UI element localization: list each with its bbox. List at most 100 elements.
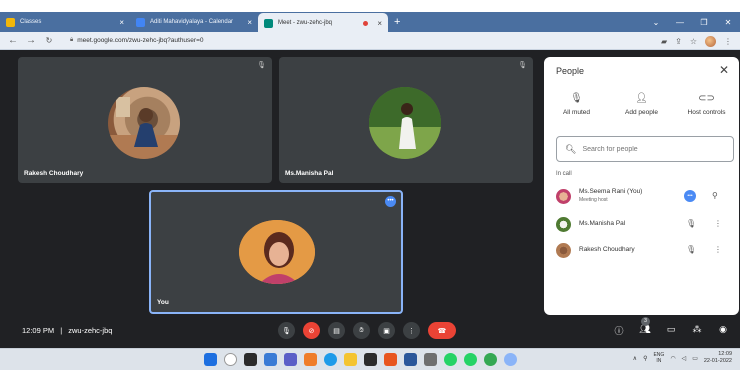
- lock-icon[interactable]: 🔒︎: [70, 37, 73, 44]
- participant-row[interactable]: Ms.Seema Rani (You) Meeting host ••• ⚲: [544, 185, 739, 207]
- close-tab-icon[interactable]: ×: [377, 19, 382, 28]
- present-button[interactable]: ▣: [378, 322, 395, 339]
- add-people-button[interactable]: 👤︎ Add people: [612, 93, 672, 116]
- url-field[interactable]: meet.google.com/zwu-zehc-jbq?authuser=0: [77, 37, 203, 44]
- pin-icon[interactable]: ⚲: [712, 191, 718, 200]
- profile-avatar[interactable]: [705, 35, 716, 47]
- language-indicator[interactable]: ENG IN: [653, 352, 664, 364]
- task-view-icon[interactable]: [244, 353, 257, 366]
- avatar-rakesh: [108, 87, 180, 159]
- meeting-time: 12:09 PM: [22, 326, 55, 335]
- avatar-you: [239, 220, 315, 284]
- tab-search-icon[interactable]: ⌄: [644, 18, 668, 27]
- participant-name-block: Ms.Seema Rani (You) Meeting host: [579, 188, 642, 204]
- participant-avatar: [556, 188, 571, 204]
- search-icon[interactable]: [224, 353, 237, 366]
- info-separator: |: [60, 326, 63, 335]
- tab-meet[interactable]: Meet - zwu-zehc-jbq ×: [258, 13, 388, 33]
- participant-name: Ms.Seema Rani (You): [579, 188, 643, 195]
- tab-label: Aditi Mahavidyalaya - Calendar: [150, 19, 234, 25]
- mic-off-icon: 🎙︎: [518, 62, 527, 69]
- whatsapp-web-icon[interactable]: [464, 353, 477, 366]
- back-icon[interactable]: ←: [8, 35, 18, 46]
- whatsapp-icon[interactable]: [444, 353, 457, 366]
- participant-name: Ms.Manisha Pal: [579, 220, 626, 227]
- store-icon[interactable]: [364, 353, 377, 366]
- tile-more-options-icon[interactable]: •••: [385, 196, 396, 207]
- address-bar: ← → ↻ 🔒︎ meet.google.com/zwu-zehc-jbq?au…: [0, 32, 740, 50]
- video-tile-manisha[interactable]: 🎙︎ Ms.Manisha Pal: [279, 57, 533, 183]
- chat-icon[interactable]: ▭: [664, 324, 678, 338]
- tile-name: You: [157, 299, 169, 306]
- chrome-icon[interactable]: [484, 353, 497, 366]
- activities-icon[interactable]: ⁂: [690, 324, 704, 338]
- search-people-input[interactable]: [582, 145, 723, 153]
- wifi-icon[interactable]: ◠: [670, 355, 675, 362]
- leave-call-button[interactable]: ☎︎: [428, 322, 456, 339]
- camera-off-button[interactable]: ⊘: [303, 322, 320, 339]
- toggle-icon: ⊂⊃: [698, 93, 715, 104]
- all-muted-button[interactable]: 🎙︎ All muted: [547, 93, 607, 116]
- camera-indicator-icon[interactable]: ▰: [661, 37, 667, 46]
- close-tab-icon[interactable]: ×: [247, 18, 252, 27]
- show-hidden-icons-icon[interactable]: ∧: [633, 355, 637, 362]
- teams-icon[interactable]: [284, 353, 297, 366]
- reload-icon[interactable]: ↻: [44, 36, 54, 45]
- app-icon[interactable]: [384, 353, 397, 366]
- more-options-icon[interactable]: ⋮: [714, 245, 722, 254]
- firefox-icon[interactable]: [304, 353, 317, 366]
- tab-label: Meet - zwu-zehc-jbq: [278, 20, 333, 26]
- calculator-icon[interactable]: [424, 353, 437, 366]
- screen: Classes × Aditi Mahavidyalaya - Calendar…: [0, 0, 740, 370]
- mic-off-icon[interactable]: 🎙︎: [686, 245, 696, 254]
- classroom-favicon-icon: [6, 17, 15, 27]
- minimize-icon[interactable]: —: [668, 18, 692, 27]
- battery-icon[interactable]: ▭: [692, 355, 698, 362]
- close-panel-icon[interactable]: ✕: [719, 63, 729, 77]
- clock[interactable]: 12:09 22-01-2022: [704, 351, 732, 365]
- maximize-icon[interactable]: ❐: [692, 18, 716, 27]
- participant-count-badge: 3: [641, 317, 650, 326]
- tab-calendar[interactable]: Aditi Mahavidyalaya - Calendar ×: [130, 13, 258, 31]
- captions-button[interactable]: ▤: [328, 322, 345, 339]
- file-explorer-icon[interactable]: [344, 353, 357, 366]
- forward-icon[interactable]: →: [26, 35, 36, 46]
- video-tile-rakesh[interactable]: 🎙︎ Rakesh Choudhary: [18, 57, 272, 183]
- participant-row[interactable]: Ms.Manisha Pal 🎙︎ ⋮: [544, 213, 739, 235]
- usb-icon[interactable]: ⚲: [643, 355, 647, 362]
- chrome-profile-icon[interactable]: [504, 353, 517, 366]
- person-photo-icon: [369, 87, 441, 159]
- clock-time: 12:09: [718, 351, 732, 357]
- action-label: Host controls: [687, 109, 726, 116]
- bookmark-star-icon[interactable]: ☆: [690, 37, 697, 46]
- host-controls-button[interactable]: ⊂⊃ Host controls: [677, 93, 737, 116]
- participant-avatar: [556, 216, 571, 232]
- side-controls: ⓘ 👥︎ 3 ▭ ⁂ ◉: [612, 317, 730, 338]
- participant-row[interactable]: Rakesh Choudhary 🎙︎ ⋮: [544, 239, 739, 261]
- widgets-icon[interactable]: [264, 353, 277, 366]
- clock-date: 22-01-2022: [703, 358, 732, 364]
- add-person-icon: 👤︎: [635, 93, 648, 104]
- tab-classes[interactable]: Classes ×: [0, 13, 130, 31]
- people-icon[interactable]: 👥︎ 3: [638, 317, 652, 338]
- start-icon[interactable]: [204, 353, 217, 366]
- raise-hand-button[interactable]: ✋︎: [353, 322, 370, 339]
- word-icon[interactable]: [404, 353, 417, 366]
- more-options-icon[interactable]: ⋮: [714, 219, 722, 228]
- search-people-box[interactable]: 🔍︎: [556, 136, 734, 162]
- edge-icon[interactable]: [324, 353, 337, 366]
- host-controls-icon[interactable]: ◉: [716, 324, 730, 338]
- more-options-button[interactable]: ⋮: [403, 322, 420, 339]
- microphone-button[interactable]: 🎙︎: [278, 322, 295, 339]
- action-label: Add people: [625, 109, 658, 116]
- mic-off-icon[interactable]: 🎙︎: [686, 219, 696, 228]
- meeting-details-icon[interactable]: ⓘ: [612, 324, 626, 338]
- close-window-icon[interactable]: ✕: [716, 18, 740, 27]
- volume-icon[interactable]: ◁: [682, 355, 687, 362]
- close-tab-icon[interactable]: ×: [119, 18, 124, 27]
- new-tab-button[interactable]: +: [394, 16, 400, 28]
- browser-menu-icon[interactable]: ⋮: [724, 37, 732, 46]
- share-icon[interactable]: ⇪: [675, 37, 682, 46]
- video-tile-you[interactable]: ••• You: [149, 190, 403, 314]
- region-code: IN: [656, 358, 662, 364]
